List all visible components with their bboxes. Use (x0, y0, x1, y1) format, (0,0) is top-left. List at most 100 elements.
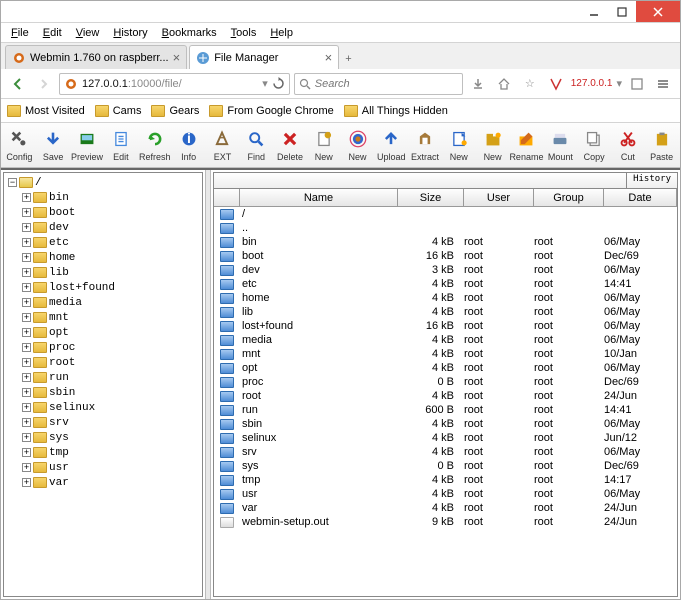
file-row[interactable]: tmp4 kBrootroot14:17 (214, 473, 677, 487)
tree-item-bin[interactable]: bin (22, 190, 200, 205)
back-button[interactable] (7, 73, 29, 95)
toolbar-ext[interactable]: EXT (206, 125, 239, 165)
menu-tools[interactable]: Tools (225, 25, 263, 41)
ip-indicator[interactable]: 127.0.0.1 (571, 78, 613, 89)
reload-icon[interactable] (272, 77, 285, 90)
menu-history[interactable]: History (107, 25, 153, 41)
file-row[interactable]: srv4 kBrootroot06/May (214, 445, 677, 459)
splitter[interactable] (205, 170, 211, 599)
expand-icon[interactable] (22, 193, 31, 202)
toolbar-new2[interactable]: New (341, 125, 374, 165)
close-button[interactable] (636, 1, 680, 22)
expand-icon[interactable] (22, 433, 31, 442)
tree-item-home[interactable]: home (22, 250, 200, 265)
expand-icon[interactable] (22, 298, 31, 307)
bookmark-cams[interactable]: Cams (95, 105, 142, 117)
file-row[interactable]: proc0 BrootrootDec/69 (214, 375, 677, 389)
noscript-icon[interactable] (545, 73, 567, 95)
forward-button[interactable] (33, 73, 55, 95)
expand-icon[interactable] (22, 208, 31, 217)
expand-icon[interactable] (22, 358, 31, 367)
file-row[interactable]: sbin4 kBrootroot06/May (214, 417, 677, 431)
expand-icon[interactable] (22, 343, 31, 352)
toolbar-new3[interactable]: New (442, 125, 475, 165)
menu-edit[interactable]: Edit (37, 25, 68, 41)
file-row[interactable]: run600 Brootroot14:41 (214, 403, 677, 417)
folder-tree[interactable]: /binbootdevetchomeliblost+foundmediamnto… (3, 172, 203, 597)
search-box[interactable] (294, 73, 463, 95)
bookmark-most-visited[interactable]: Most Visited (7, 105, 85, 117)
home-icon[interactable] (493, 73, 515, 95)
col-group[interactable]: Group (534, 189, 604, 206)
tree-item-proc[interactable]: proc (22, 340, 200, 355)
col-icon[interactable] (214, 189, 240, 206)
file-row[interactable]: sys0 BrootrootDec/69 (214, 459, 677, 473)
tree-item-opt[interactable]: opt (22, 325, 200, 340)
toolbar-paste[interactable]: Paste (645, 125, 678, 165)
toolbar-new1[interactable]: New (307, 125, 340, 165)
bookmark-from-google-chrome[interactable]: From Google Chrome (209, 105, 333, 117)
expand-icon[interactable] (22, 268, 31, 277)
tree-item-run[interactable]: run (22, 370, 200, 385)
toolbar-new4[interactable]: New (476, 125, 509, 165)
expand-icon[interactable] (22, 328, 31, 337)
file-row[interactable]: var4 kBrootroot24/Jun (214, 501, 677, 515)
expand-icon[interactable] (22, 238, 31, 247)
expand-icon[interactable] (22, 283, 31, 292)
menu-help[interactable]: Help (264, 25, 299, 41)
tree-item-var[interactable]: var (22, 475, 200, 490)
col-name[interactable]: Name (240, 189, 398, 206)
file-row[interactable]: mnt4 kBrootroot10/Jan (214, 347, 677, 361)
history-button[interactable]: History (626, 173, 677, 188)
file-row[interactable]: dev3 kBrootroot06/May (214, 263, 677, 277)
tree-item-mnt[interactable]: mnt (22, 310, 200, 325)
toolbar-delete[interactable]: Delete (274, 125, 307, 165)
bookmark-all-things-hidden[interactable]: All Things Hidden (344, 105, 448, 117)
expand-icon[interactable] (22, 313, 31, 322)
file-row[interactable]: lost+found16 kBrootroot06/May (214, 319, 677, 333)
expand-icon[interactable] (22, 418, 31, 427)
maximize-button[interactable] (608, 1, 636, 22)
menu-view[interactable]: View (70, 25, 106, 41)
menu-icon[interactable] (652, 73, 674, 95)
tree-item-media[interactable]: media (22, 295, 200, 310)
toolbar-copy[interactable]: Copy (578, 125, 611, 165)
tree-item-sys[interactable]: sys (22, 430, 200, 445)
toolbar-upload[interactable]: Upload (375, 125, 408, 165)
file-row[interactable]: etc4 kBrootroot14:41 (214, 277, 677, 291)
tree-root[interactable]: / (8, 175, 200, 190)
minimize-button[interactable] (580, 1, 608, 22)
col-user[interactable]: User (464, 189, 534, 206)
expand-icon[interactable] (22, 223, 31, 232)
expand-icon[interactable] (22, 373, 31, 382)
tab-close-icon[interactable]: × (325, 50, 333, 65)
bookmark-gears[interactable]: Gears (151, 105, 199, 117)
collapse-icon[interactable] (8, 178, 17, 187)
expand-icon[interactable] (22, 253, 31, 262)
expand-icon[interactable] (22, 448, 31, 457)
toolbar-refresh[interactable]: Refresh (138, 125, 171, 165)
toolbar-save[interactable]: Save (37, 125, 70, 165)
dropdown-icon[interactable]: ▾ (262, 77, 268, 90)
tab-0[interactable]: Webmin 1.760 on raspberr...× (5, 45, 187, 69)
expand-icon[interactable] (22, 463, 31, 472)
toolbar-preview[interactable]: Preview (71, 125, 104, 165)
file-row[interactable]: webmin-setup.out9 kBrootroot24/Jun (214, 515, 677, 529)
address-bar[interactable]: 127.0.0.1:10000/file/ ▾ (59, 73, 290, 95)
tree-item-etc[interactable]: etc (22, 235, 200, 250)
toolbar-cut[interactable]: Cut (611, 125, 644, 165)
expand-icon[interactable] (22, 478, 31, 487)
toolbar-extract[interactable]: Extract (409, 125, 442, 165)
tab-1[interactable]: File Manager× (189, 45, 339, 69)
file-list[interactable]: Name Size User Group Date /..bin4 kBroot… (213, 188, 678, 597)
file-row[interactable]: home4 kBrootroot06/May (214, 291, 677, 305)
tree-item-selinux[interactable]: selinux (22, 400, 200, 415)
toolbar-rename[interactable]: Rename (510, 125, 543, 165)
tree-item-root[interactable]: root (22, 355, 200, 370)
menu-bookmarks[interactable]: Bookmarks (156, 25, 223, 41)
col-date[interactable]: Date (604, 189, 677, 206)
expand-icon[interactable] (22, 403, 31, 412)
tree-item-sbin[interactable]: sbin (22, 385, 200, 400)
file-row[interactable]: root4 kBrootroot24/Jun (214, 389, 677, 403)
tree-item-lost+found[interactable]: lost+found (22, 280, 200, 295)
